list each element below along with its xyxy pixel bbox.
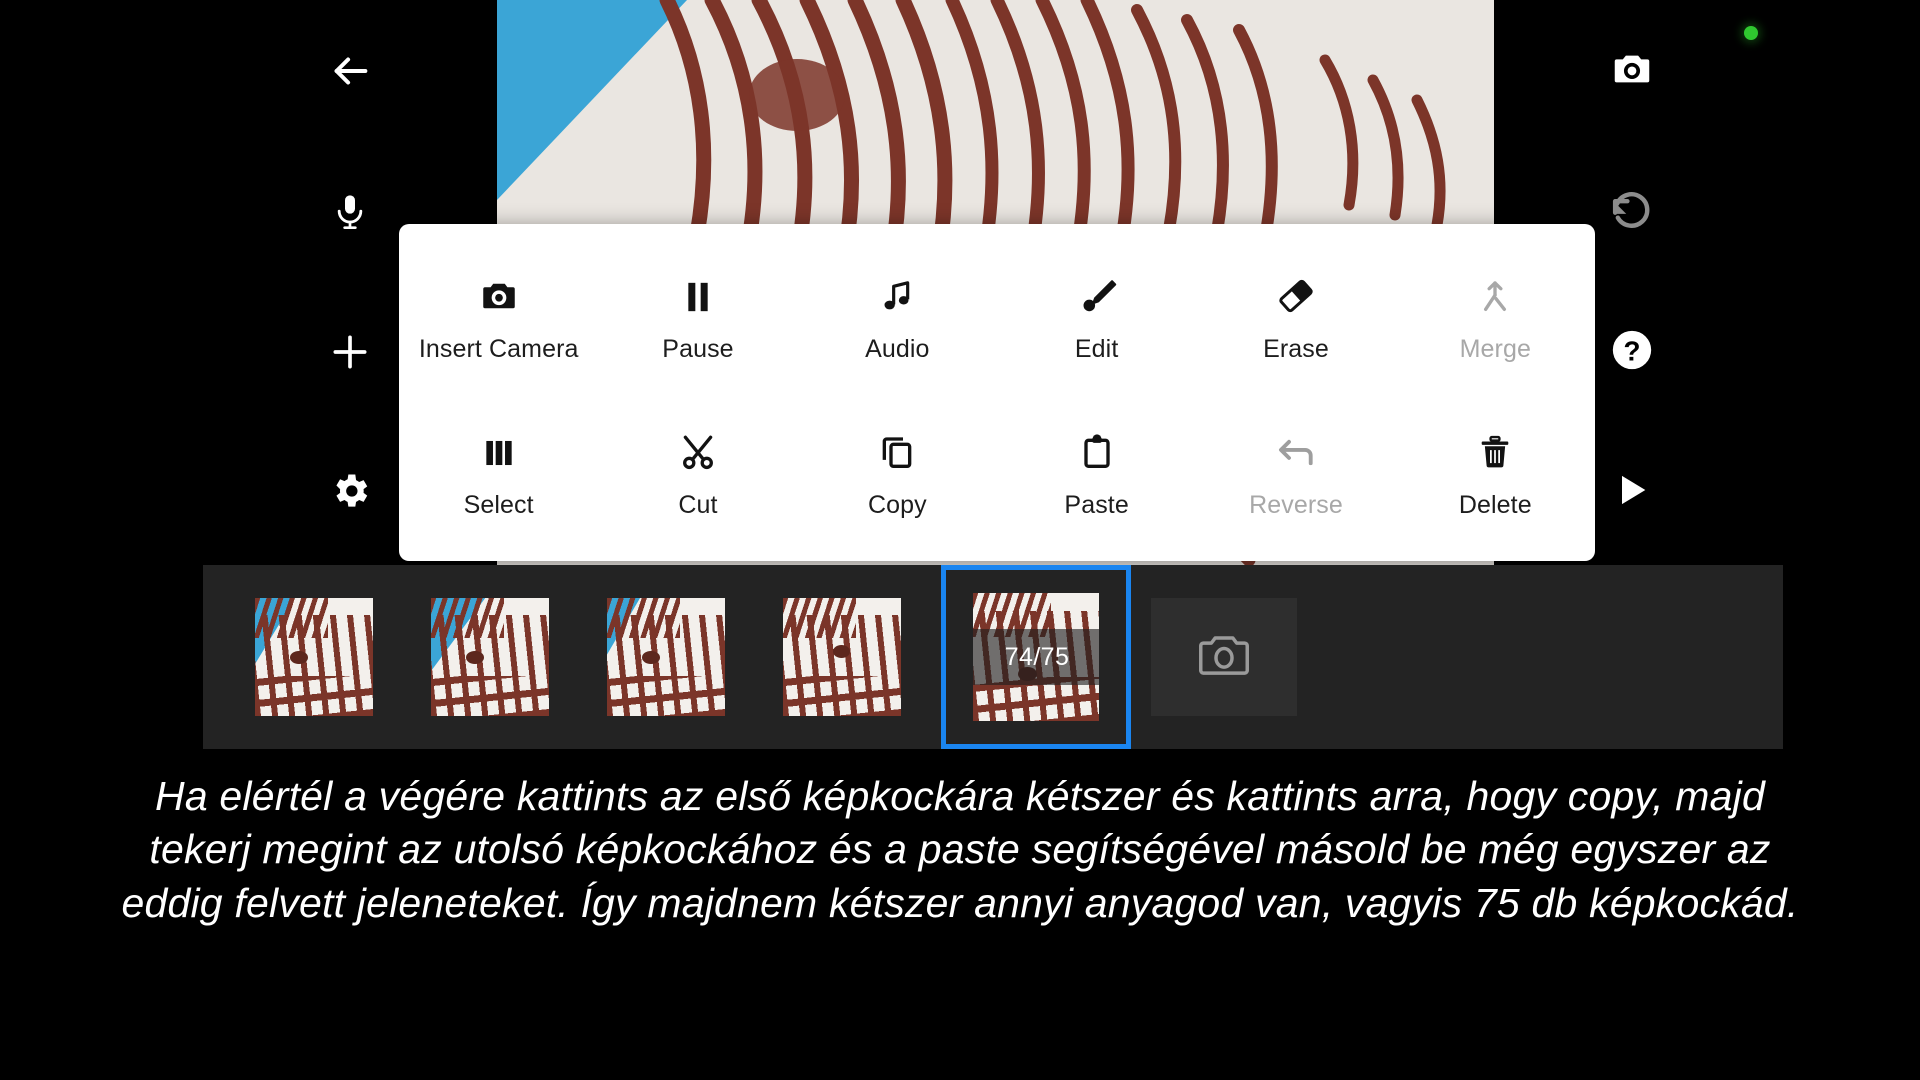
scissors-icon: [677, 427, 719, 473]
menu-item-cut[interactable]: Cut: [598, 395, 797, 552]
microphone-icon[interactable]: [314, 176, 386, 248]
menu-item-label: Pause: [662, 334, 734, 363]
menu-item-erase[interactable]: Erase: [1196, 238, 1395, 395]
menu-item-pause[interactable]: Pause: [598, 238, 797, 395]
menu-item-label: Audio: [865, 334, 930, 363]
action-menu-panel: Insert Camera Pause Audio Edit Erase Mer…: [399, 224, 1595, 561]
copy-icon: [877, 427, 917, 473]
menu-item-paste[interactable]: Paste: [997, 395, 1196, 552]
app-root: ? Insert Camera Pause Audio Edit Erase M…: [0, 0, 1920, 1080]
menu-item-label: Cut: [678, 491, 718, 520]
plus-icon[interactable]: [314, 316, 386, 388]
pause-icon: [678, 271, 718, 317]
caption-text: Ha elértél a végére kattints az első kép…: [121, 773, 1799, 926]
menu-item-edit[interactable]: Edit: [997, 238, 1196, 395]
frame-thumbnail-1[interactable]: [241, 565, 387, 749]
camera-outline-icon: [1188, 624, 1260, 691]
menu-item-select[interactable]: Select: [399, 395, 598, 552]
frame-thumbnail-3[interactable]: [593, 565, 739, 749]
menu-item-label: Copy: [867, 491, 927, 520]
clipboard-icon: [1077, 427, 1117, 473]
menu-item-label: Select: [463, 491, 534, 520]
menu-item-label: Erase: [1263, 334, 1329, 363]
frame-counter: 74/75: [973, 629, 1099, 685]
music-note-icon: [877, 271, 917, 317]
frame-thumbnail-5[interactable]: 74/75: [941, 565, 1131, 749]
help-circle-icon[interactable]: ?: [1596, 314, 1668, 386]
menu-item-label: Reverse: [1249, 491, 1343, 520]
frame-image: 74/75: [973, 593, 1099, 721]
menu-item-label: Paste: [1064, 491, 1129, 520]
menu-item-copy[interactable]: Copy: [798, 395, 997, 552]
menu-item-merge[interactable]: Merge: [1396, 238, 1595, 395]
back-arrow-icon[interactable]: [314, 35, 386, 107]
settings-gear-icon[interactable]: [314, 455, 386, 527]
frame-thumbnail-2[interactable]: [417, 565, 563, 749]
menu-item-delete[interactable]: Delete: [1396, 395, 1595, 552]
play-icon[interactable]: [1596, 454, 1668, 526]
frame-image: [431, 598, 549, 716]
merge-icon: [1475, 271, 1515, 317]
menu-item-reverse[interactable]: Reverse: [1196, 395, 1395, 552]
undo-icon[interactable]: [1596, 174, 1668, 246]
reverse-arrow-icon: [1275, 427, 1317, 473]
menu-item-label: Insert Camera: [418, 334, 579, 363]
columns-icon: [480, 427, 518, 473]
eraser-icon: [1274, 271, 1318, 317]
menu-item-insert-camera[interactable]: Insert Camera: [399, 238, 598, 395]
camera-shutter-icon[interactable]: [1596, 33, 1668, 105]
menu-item-label: Merge: [1459, 334, 1531, 363]
frame-image: [255, 598, 373, 716]
action-menu-row-2: Select Cut Copy Paste Reverse Delete: [399, 395, 1595, 552]
add-frame-button[interactable]: [1151, 565, 1297, 749]
action-menu-row-1: Insert Camera Pause Audio Edit Erase Mer…: [399, 238, 1595, 395]
filmstrip[interactable]: 74/75: [203, 565, 1783, 749]
frame-thumbnail-4[interactable]: [769, 565, 915, 749]
menu-item-audio[interactable]: Audio: [798, 238, 997, 395]
trash-icon: [1476, 427, 1514, 473]
brush-icon: [1076, 271, 1118, 317]
frame-image: [607, 598, 725, 716]
svg-text:?: ?: [1624, 335, 1641, 366]
menu-item-label: Edit: [1074, 334, 1119, 363]
frame-image: [783, 598, 901, 716]
camera-icon: [478, 271, 520, 317]
menu-item-label: Delete: [1458, 491, 1532, 520]
